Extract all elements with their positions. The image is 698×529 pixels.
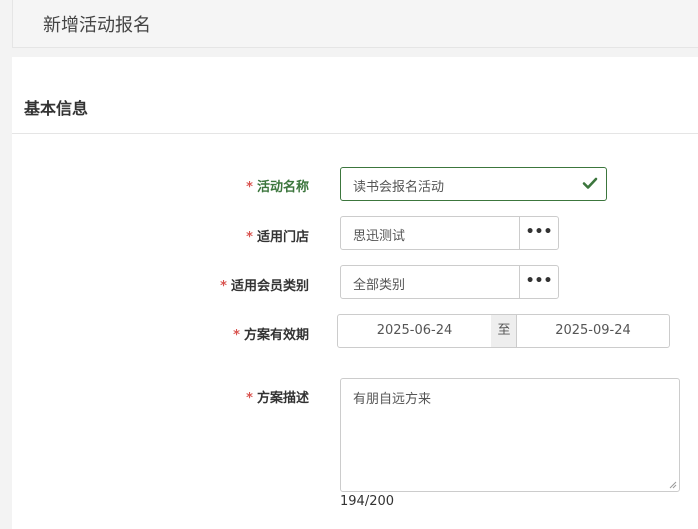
character-counter: 194/200 xyxy=(340,494,395,509)
resize-grip-icon[interactable] xyxy=(669,481,677,489)
description-label: * 方案描述 xyxy=(246,387,309,406)
store-select-button[interactable]: ••• xyxy=(519,216,559,250)
description-label-text: 方案描述 xyxy=(256,391,309,406)
required-asterisk: * xyxy=(246,230,253,245)
check-icon xyxy=(582,177,598,189)
required-asterisk: * xyxy=(220,279,227,294)
validity-label-text: 方案有效期 xyxy=(243,328,309,343)
member-type-label-text: 适用会员类别 xyxy=(230,279,309,294)
activity-name-label: * 活动名称 xyxy=(246,176,309,195)
page-title: 新增活动报名 xyxy=(43,15,151,36)
end-date-input[interactable]: 2025-09-24 xyxy=(516,314,670,348)
required-asterisk: * xyxy=(246,180,253,195)
activity-name-value: 读书会报名活动 xyxy=(353,180,445,195)
store-value: 思迅测试 xyxy=(353,229,406,244)
section-title: 基本信息 xyxy=(24,99,89,118)
form-panel: 基本信息 * 活动名称 读书会报名活动 * 适用门店 思迅测试 ••• * 适用会员类… xyxy=(12,57,698,529)
description-textarea[interactable]: 有朋自远方来 xyxy=(340,378,680,492)
member-type-input[interactable]: 全部类别 xyxy=(340,265,520,299)
page-header: 新增活动报名 xyxy=(12,0,698,48)
store-label: * 适用门店 xyxy=(246,226,309,245)
validity-label: * 方案有效期 xyxy=(233,324,309,343)
member-type-value: 全部类别 xyxy=(353,278,406,293)
store-label-text: 适用门店 xyxy=(256,230,309,245)
activity-name-input[interactable]: 读书会报名活动 xyxy=(340,167,607,201)
activity-name-label-text: 活动名称 xyxy=(256,180,309,195)
required-asterisk: * xyxy=(246,391,253,406)
start-date-input[interactable]: 2025-06-24 xyxy=(337,314,492,348)
member-type-label: * 适用会员类别 xyxy=(220,275,309,294)
store-input[interactable]: 思迅测试 xyxy=(340,216,520,250)
required-asterisk: * xyxy=(233,328,240,343)
member-type-select-button[interactable]: ••• xyxy=(519,265,559,299)
description-value: 有朋自远方来 xyxy=(353,392,432,407)
date-range-separator: 至 xyxy=(491,314,517,348)
section-divider xyxy=(12,133,698,134)
